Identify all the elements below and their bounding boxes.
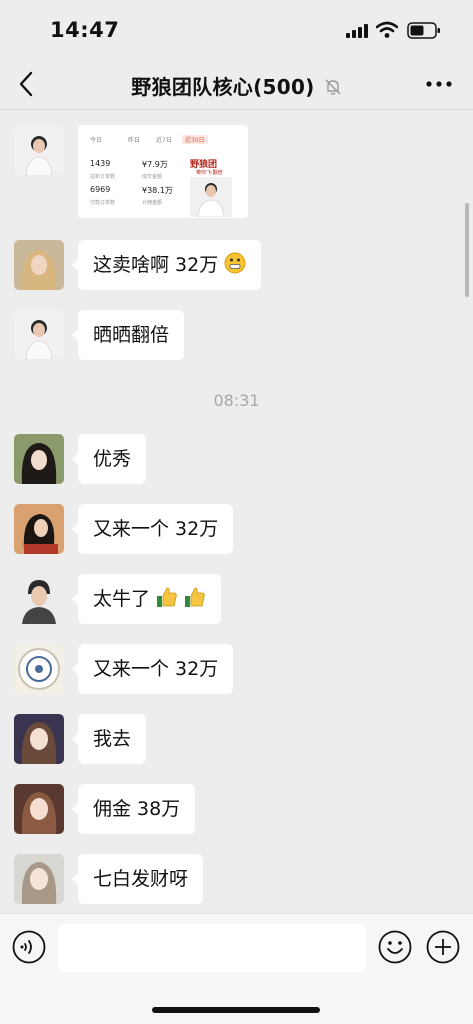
stat-tab: 近7日 xyxy=(156,137,172,144)
input-bar xyxy=(0,913,473,1024)
avatar[interactable] xyxy=(14,574,64,624)
avatar-image xyxy=(14,310,64,360)
signal-icon xyxy=(346,24,368,38)
stat-tabs: 今日 昨日 近7日 近30日 xyxy=(78,135,248,147)
stat-label: 付款订单数 xyxy=(90,200,116,206)
message-row: 又来一个 32万 xyxy=(14,644,454,694)
message-text: 我去 xyxy=(93,728,132,750)
avatar-image xyxy=(14,126,64,176)
avatar-image xyxy=(14,644,64,694)
avatar-image xyxy=(14,240,64,290)
avatar[interactable] xyxy=(14,854,64,904)
message-text: 佣金 38万 xyxy=(93,798,181,820)
message-input[interactable] xyxy=(58,924,366,972)
avatar[interactable] xyxy=(14,434,64,484)
chat-area[interactable]: 今日 昨日 近7日 近30日 1439 拉新订单数 ¥7.9万 成交金额 696… xyxy=(0,111,473,913)
stat-label: 计佣金额 xyxy=(142,200,163,206)
stat-label: 拉新订单数 xyxy=(90,174,116,180)
avatar-image xyxy=(14,714,64,764)
message-bubble[interactable]: 又来一个 32万 xyxy=(71,504,234,554)
person-photo xyxy=(190,177,232,217)
stat-label: 成交金额 xyxy=(142,174,163,180)
chat-title: 野狼团队核心(500) xyxy=(131,75,315,99)
avatar[interactable] xyxy=(14,126,64,176)
message-row: 太牛了 xyxy=(14,574,454,624)
time-divider: 08:31 xyxy=(213,391,260,410)
image-message[interactable]: 今日 昨日 近7日 近30日 1439 拉新订单数 ¥7.9万 成交金额 696… xyxy=(78,125,248,218)
message-bubble[interactable]: 佣金 38万 xyxy=(71,784,196,834)
avatar[interactable] xyxy=(14,784,64,834)
avatar-image xyxy=(14,854,64,904)
message-row: 七白发财呀 xyxy=(14,854,454,904)
message-text: 这卖啥啊 32万 xyxy=(93,254,219,276)
battery-icon xyxy=(407,22,440,39)
bell-slash-icon xyxy=(325,79,341,95)
message-row: 我去 xyxy=(14,714,454,764)
message-row: 优秀 xyxy=(14,434,454,484)
brand-tagline: 带你飞·翻倍 xyxy=(196,170,223,176)
message-bubble[interactable]: 优秀 xyxy=(71,434,147,484)
message-row: 这卖啥啊 32万 xyxy=(14,240,454,290)
stat-value: ¥7.9万 xyxy=(142,160,168,169)
status-time: 14:47 xyxy=(50,18,120,42)
message-row: 佣金 38万 xyxy=(14,784,454,834)
message-row: 又来一个 32万 xyxy=(14,504,454,554)
thumbs-up-emoji-icon xyxy=(157,587,177,607)
avatar[interactable] xyxy=(14,644,64,694)
avatar[interactable] xyxy=(14,714,64,764)
thumbs-up-emoji-icon xyxy=(185,587,205,607)
avatar[interactable] xyxy=(14,504,64,554)
avatar-image xyxy=(14,504,64,554)
stat-value: ¥38.1万 xyxy=(142,186,173,195)
avatar-image xyxy=(14,784,64,834)
message-text: 优秀 xyxy=(93,448,132,470)
home-indicator xyxy=(152,1007,320,1013)
message-text: 太牛了 xyxy=(93,588,151,610)
message-bubble[interactable]: 七白发财呀 xyxy=(71,854,204,904)
message-bubble[interactable]: 这卖啥啊 32万 xyxy=(71,240,262,290)
message-text: 七白发财呀 xyxy=(93,868,189,890)
message-bubble[interactable]: 又来一个 32万 xyxy=(71,644,234,694)
stat-value: 1439 xyxy=(90,159,111,168)
ellipsis-icon[interactable] xyxy=(426,80,452,88)
message-text: 又来一个 32万 xyxy=(93,658,219,680)
nav-bar: 野狼团队核心(500) xyxy=(0,60,473,110)
message-bubble[interactable]: 太牛了 xyxy=(71,574,222,624)
message-text: 又来一个 32万 xyxy=(93,518,219,540)
avatar[interactable] xyxy=(14,240,64,290)
scrollbar[interactable] xyxy=(465,203,469,297)
wifi-icon xyxy=(376,21,398,38)
message-row: 晒晒翻倍 xyxy=(14,310,454,360)
stat-tab: 昨日 xyxy=(128,137,141,144)
message-text: 晒晒翻倍 xyxy=(93,324,170,346)
message-bubble[interactable]: 我去 xyxy=(71,714,147,764)
stat-value: 6969 xyxy=(90,185,111,194)
message-bubble[interactable]: 晒晒翻倍 xyxy=(71,310,185,360)
smiley-icon[interactable] xyxy=(378,930,412,964)
nav-title-wrap: 野狼团队核心(500) xyxy=(0,71,473,100)
stat-tab: 近30日 xyxy=(182,135,208,144)
avatar-image xyxy=(14,434,64,484)
plus-circle-icon[interactable] xyxy=(426,930,460,964)
stat-tab: 今日 xyxy=(90,137,103,144)
status-bar: 14:47 xyxy=(0,0,473,60)
grimace-emoji-icon xyxy=(224,252,246,274)
voice-icon[interactable] xyxy=(12,930,46,964)
avatar[interactable] xyxy=(14,310,64,360)
avatar-image xyxy=(14,574,64,624)
